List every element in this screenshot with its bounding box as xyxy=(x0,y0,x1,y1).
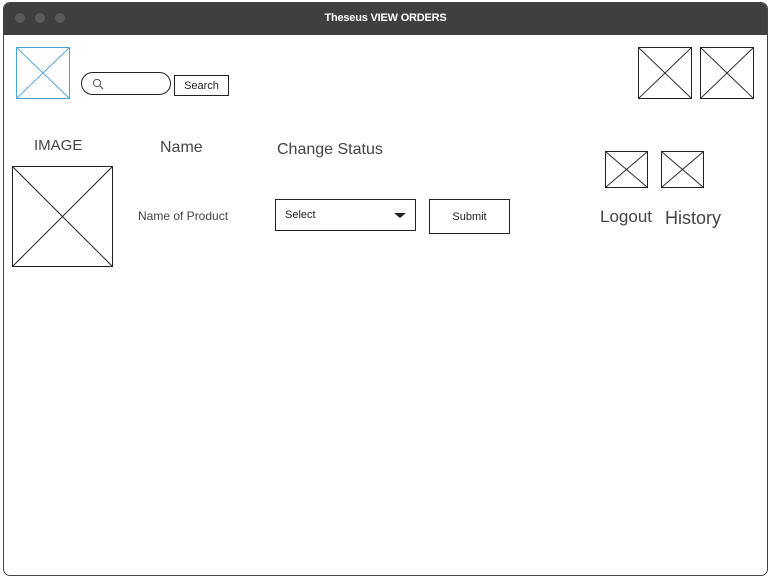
window-title: Theseus VIEW ORDERS xyxy=(324,12,447,24)
search-button[interactable]: Search xyxy=(174,75,229,96)
app-window: Theseus VIEW ORDERS Search IMAGE Name Ch… xyxy=(3,2,768,576)
title-bar: Theseus VIEW ORDERS xyxy=(4,3,767,35)
search-input[interactable] xyxy=(81,72,171,95)
header-image-placeholder-2[interactable] xyxy=(700,47,754,99)
history-icon-placeholder[interactable] xyxy=(661,151,704,188)
product-image-placeholder xyxy=(12,166,113,267)
image-column-header: IMAGE xyxy=(34,137,83,154)
submit-button[interactable]: Submit xyxy=(429,199,510,234)
status-select[interactable]: Select xyxy=(275,199,416,231)
chevron-down-icon xyxy=(394,213,406,218)
header-image-placeholder-1[interactable] xyxy=(638,47,692,99)
history-link[interactable]: History xyxy=(665,208,721,229)
search-icon xyxy=(92,78,104,90)
status-select-value: Select xyxy=(285,209,316,221)
product-name: Name of Product xyxy=(138,209,229,223)
logout-icon-placeholder[interactable] xyxy=(605,151,648,188)
logout-link[interactable]: Logout xyxy=(600,207,652,227)
change-status-column-header: Change Status xyxy=(277,141,383,158)
logo-image-placeholder[interactable] xyxy=(16,47,70,99)
name-column-header: Name xyxy=(160,139,203,156)
